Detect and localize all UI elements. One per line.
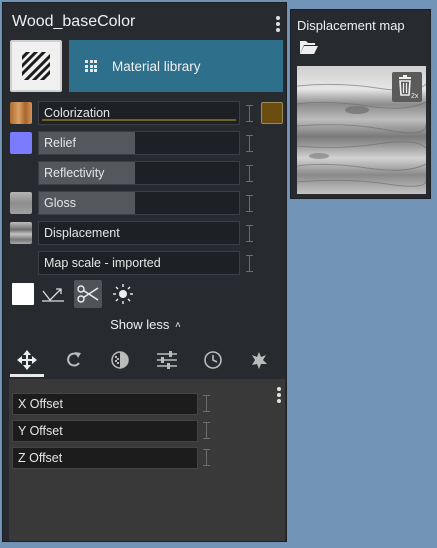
- displacement-map-panel: Displacement map 2x: [290, 9, 431, 199]
- tab-scatter[interactable]: [240, 343, 278, 377]
- show-less-label: Show less: [110, 317, 170, 332]
- displacement-swatch-icon[interactable]: [10, 222, 32, 244]
- material-library-label: Material library: [112, 58, 201, 74]
- z-offset-label: Z Offset: [18, 451, 63, 465]
- reflectivity-slider[interactable]: Reflectivity: [38, 161, 240, 185]
- colorization-field[interactable]: Colorization: [38, 101, 240, 125]
- gloss-label: Gloss: [44, 196, 76, 210]
- clock-icon: [204, 351, 222, 369]
- channel-gloss: Gloss: [3, 191, 288, 215]
- channel-map-scale: Map scale - imported: [3, 251, 288, 275]
- map-scale-label: Map scale - imported: [44, 256, 161, 270]
- offset-subpanel: X Offset Y Offset Z Offset: [9, 379, 285, 541]
- colorization-indicator: [42, 119, 236, 121]
- y-offset-label: Y Offset: [18, 424, 63, 438]
- relief-label: Relief: [44, 136, 76, 150]
- channel-relief: Relief: [3, 131, 288, 155]
- panel-title: Wood_baseColor: [12, 13, 136, 30]
- transform-tabs: [3, 343, 288, 377]
- folder-open-icon[interactable]: [299, 39, 319, 60]
- text-cursor-icon[interactable]: [202, 421, 211, 439]
- material-library-button[interactable]: Material library: [69, 40, 283, 92]
- text-cursor-icon[interactable]: [202, 448, 211, 466]
- z-offset-field[interactable]: Z Offset: [12, 447, 198, 469]
- displacement-label: Displacement: [44, 226, 120, 240]
- gloss-swatch-icon[interactable]: [10, 192, 32, 214]
- scissors-icon[interactable]: [74, 280, 102, 308]
- white-square-icon[interactable]: [10, 281, 36, 307]
- y-offset-field[interactable]: Y Offset: [12, 420, 198, 442]
- rotate-icon: [67, 352, 81, 367]
- x-offset-label: X Offset: [18, 397, 63, 411]
- tab-contrast[interactable]: [101, 343, 139, 377]
- move-icon: [17, 350, 37, 370]
- panel-menu-icon[interactable]: [275, 16, 281, 34]
- displacement-map-image[interactable]: 2x: [297, 66, 426, 194]
- material-thumbnail[interactable]: [10, 40, 62, 92]
- reflect-ray-icon[interactable]: [40, 281, 66, 307]
- material-panel: Wood_baseColor Material library Coloriza…: [2, 2, 287, 542]
- offset-menu-icon[interactable]: [276, 387, 282, 405]
- chevron-up-icon: ˄: [175, 320, 181, 331]
- scale-badge: 2x: [411, 93, 418, 99]
- x-offset-field[interactable]: X Offset: [12, 393, 198, 415]
- map-scale-field[interactable]: Map scale - imported: [38, 251, 240, 275]
- channel-colorization: Colorization: [3, 101, 288, 125]
- tab-history[interactable]: [194, 343, 232, 377]
- text-cursor-icon[interactable]: [245, 134, 254, 152]
- tab-rotate[interactable]: [55, 343, 93, 377]
- hatch-icon: [22, 52, 50, 80]
- channel-reflectivity: Reflectivity: [3, 161, 288, 185]
- wood-swatch-icon[interactable]: [10, 102, 32, 124]
- delete-map-button[interactable]: 2x: [392, 72, 422, 102]
- sliders-icon: [157, 351, 177, 369]
- text-cursor-icon[interactable]: [245, 224, 254, 242]
- trash-icon: 2x: [399, 75, 418, 99]
- contrast-icon: [111, 351, 129, 369]
- color-picker-button[interactable]: [261, 102, 283, 124]
- displacement-field[interactable]: Displacement: [38, 221, 240, 245]
- displacement-map-title: Displacement map: [297, 18, 405, 33]
- relief-slider[interactable]: Relief: [38, 131, 240, 155]
- text-cursor-icon[interactable]: [245, 164, 254, 182]
- splat-icon: [252, 352, 267, 369]
- tools-row: [10, 280, 280, 309]
- gloss-slider[interactable]: Gloss: [38, 191, 240, 215]
- text-cursor-icon[interactable]: [245, 104, 254, 122]
- tab-adjustments[interactable]: [148, 343, 186, 377]
- normal-map-swatch-icon[interactable]: [10, 132, 32, 154]
- sun-icon[interactable]: [110, 281, 136, 307]
- reflectivity-label: Reflectivity: [44, 166, 105, 180]
- show-less-toggle[interactable]: Show less ˄: [3, 317, 288, 332]
- colorization-label: Colorization: [44, 106, 111, 120]
- text-cursor-icon[interactable]: [202, 394, 211, 412]
- channel-displacement: Displacement: [3, 221, 288, 245]
- text-cursor-icon[interactable]: [245, 254, 254, 272]
- tab-move[interactable]: [8, 343, 46, 377]
- text-cursor-icon[interactable]: [245, 194, 254, 212]
- grid-icon: [85, 60, 97, 72]
